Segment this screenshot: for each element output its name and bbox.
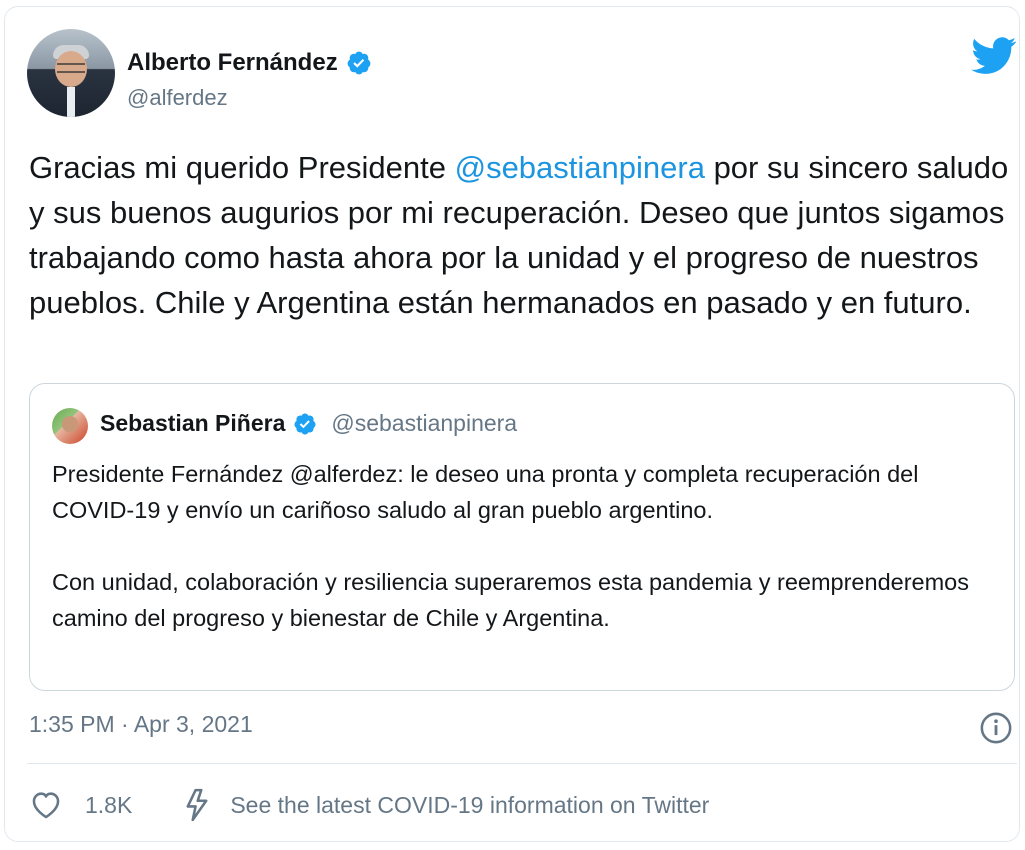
author-handle[interactable]: @alferdez	[127, 85, 228, 111]
mention-link[interactable]: @sebastianpinera	[455, 150, 705, 185]
author-name-row[interactable]: Alberto Fernández	[127, 49, 372, 77]
verified-badge-icon	[294, 413, 316, 434]
quoted-text: Presidente Fernández @alferdez: le deseo…	[52, 456, 1002, 636]
avatar[interactable]	[27, 29, 115, 117]
quoted-paragraph-1: Presidente Fernández @alferdez: le deseo…	[52, 461, 919, 523]
covid-info-link[interactable]: See the latest COVID-19 information on T…	[230, 792, 709, 819]
twitter-logo-icon[interactable]	[971, 37, 1017, 75]
tweet-text: Gracias mi querido Presidente @sebastian…	[29, 145, 1009, 325]
verified-badge-icon	[347, 51, 371, 75]
action-bar: 1.8K See the latest COVID-19 information…	[29, 785, 709, 825]
divider	[27, 763, 1017, 764]
quoted-author-row: Sebastian Piñera @sebastianpinera	[100, 410, 517, 437]
heart-icon[interactable]	[29, 788, 63, 822]
tweet-text-before: Gracias mi querido Presidente	[29, 150, 455, 185]
quoted-tweet[interactable]: Sebastian Piñera @sebastianpinera Presid…	[29, 383, 1015, 691]
tweet-card: Alberto Fernández @alferdez Gracias mi q…	[4, 6, 1020, 842]
quoted-avatar[interactable]	[52, 408, 88, 444]
info-icon[interactable]	[979, 711, 1013, 745]
like-count[interactable]: 1.8K	[85, 792, 132, 819]
quoted-display-name: Sebastian Piñera	[100, 410, 286, 436]
quoted-handle: @sebastianpinera	[331, 410, 518, 436]
lightning-icon	[186, 788, 208, 822]
author-display-name[interactable]: Alberto Fernández	[127, 49, 338, 77]
timestamp[interactable]: 1:35 PM · Apr 3, 2021	[29, 711, 253, 738]
quoted-paragraph-2: Con unidad, colaboración y resiliencia s…	[52, 569, 969, 631]
